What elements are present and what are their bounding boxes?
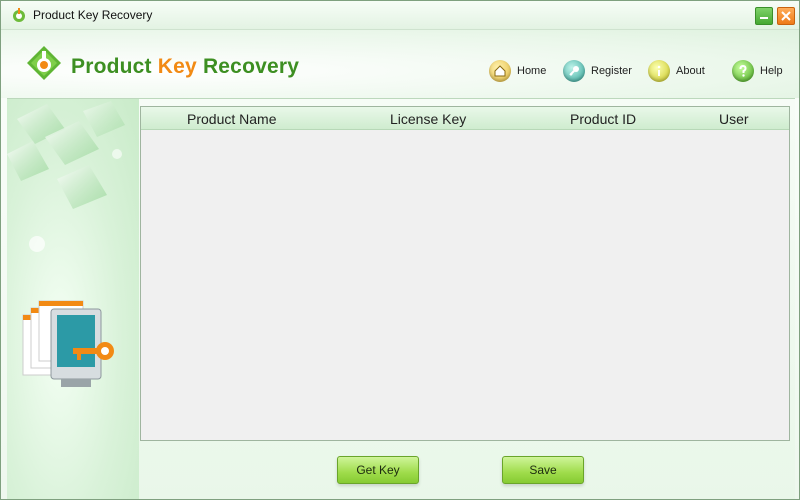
nav-home-label: Home — [517, 65, 547, 77]
key-icon — [563, 60, 585, 82]
title-bar[interactable]: Product Key Recovery — [1, 1, 799, 30]
table-header: Product Name License Key Product ID User — [141, 107, 789, 130]
decorative-sidebar — [7, 99, 139, 499]
brand-logo-icon — [27, 46, 61, 80]
nav-home[interactable]: Home — [489, 60, 546, 82]
close-button[interactable] — [777, 7, 795, 25]
app-title-part-product: Product — [71, 55, 158, 78]
app-title-part-recovery: Recovery — [196, 55, 300, 78]
column-header-license-key[interactable]: License Key — [390, 111, 466, 127]
house-icon — [489, 60, 511, 82]
info-icon — [648, 60, 670, 82]
column-header-user[interactable]: User — [719, 111, 749, 127]
close-icon — [781, 11, 791, 21]
key-monitor-illustration-icon — [22, 300, 114, 387]
app-header: Product Key Recovery Home Register About — [1, 30, 799, 98]
column-header-product-name[interactable]: Product Name — [187, 111, 276, 127]
table-body[interactable] — [141, 130, 789, 440]
nav-register[interactable]: Register — [563, 60, 632, 82]
window-title: Product Key Recovery — [33, 8, 153, 22]
app-logo-icon — [13, 8, 25, 22]
nav-about-label: About — [676, 65, 705, 77]
get-key-button[interactable]: Get Key — [337, 456, 419, 484]
product-key-table[interactable]: Product Name License Key Product ID User — [140, 106, 790, 441]
column-header-product-id[interactable]: Product ID — [570, 111, 636, 127]
minimize-button[interactable] — [755, 7, 773, 25]
nav-help-label: Help — [760, 65, 783, 77]
save-button[interactable]: Save — [502, 456, 584, 484]
minimize-icon — [760, 17, 768, 19]
question-icon — [732, 60, 754, 82]
nav-register-label: Register — [591, 65, 632, 77]
application-window: Product Key Recovery Product Key Recover… — [0, 0, 800, 500]
app-title-part-key: Key — [157, 55, 197, 78]
app-title: Product Key Recovery — [71, 55, 299, 79]
nav-help[interactable]: Help — [732, 60, 783, 82]
content-area: Product Name License Key Product ID User… — [7, 98, 795, 499]
nav-about[interactable]: About — [648, 60, 705, 82]
